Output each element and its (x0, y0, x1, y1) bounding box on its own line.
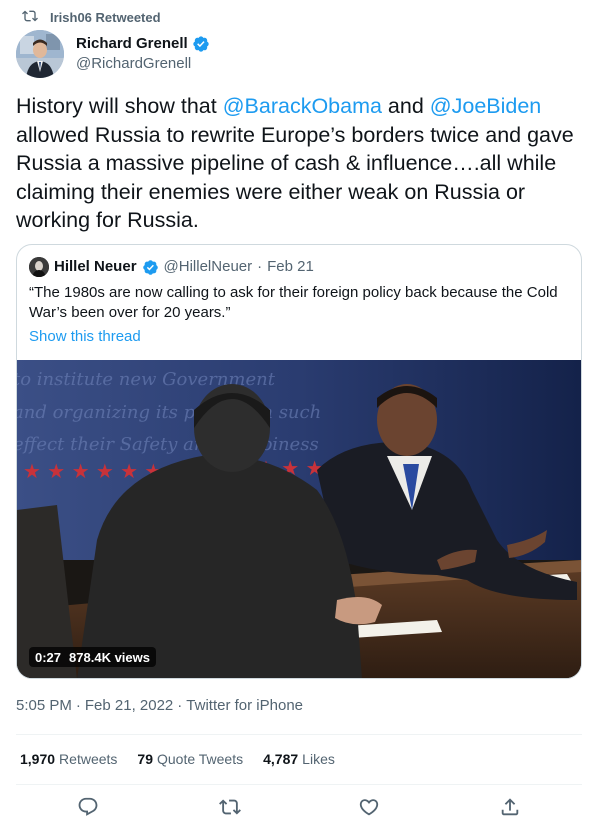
likes-count: 4,787 (263, 751, 299, 767)
reply-icon[interactable] (77, 796, 99, 818)
quote-tweets-stat[interactable]: 79 Quote Tweets (137, 750, 243, 768)
tweet-date[interactable]: Feb 21, 2022 (85, 696, 173, 716)
retweets-stat[interactable]: 1,970 Retweets (20, 750, 117, 768)
video-frame: to institute new Government and organizi… (17, 360, 581, 678)
tweet-text-part: allowed Russia to rewrite Europe’s borde… (16, 122, 574, 233)
svg-text:and organizing its powers in s: and organizing its powers in such (17, 402, 321, 423)
tweet-actions (0, 796, 598, 820)
verified-badge-icon (142, 259, 159, 276)
svg-text:effect their Safety and Happin: effect their Safety and Happiness (17, 434, 319, 455)
divider (16, 734, 582, 735)
tweet-timestamp: 5:05 PM · Feb 21, 2022 · Twitter for iPh… (16, 696, 303, 716)
retweet-context-label[interactable]: Irish06 Retweeted (50, 10, 161, 25)
separator-dot: · (75, 697, 81, 714)
mention-link[interactable]: @BarackObama (223, 94, 382, 118)
retweet-icon (22, 8, 38, 27)
retweet-context: Irish06 Retweeted (22, 8, 161, 26)
likes-stat[interactable]: 4,787 Likes (263, 750, 335, 768)
video-duration: 0:27 (35, 649, 62, 665)
tweet-source[interactable]: Twitter for iPhone (186, 696, 303, 716)
tweet-text-part: and (381, 94, 430, 118)
retweets-count: 1,970 (20, 751, 56, 767)
tweet-text: History will show that @BarackObama and … (16, 92, 582, 235)
author-handle[interactable]: @RichardGrenell (76, 54, 210, 74)
retweets-label: Retweets (59, 751, 118, 767)
tweet-time[interactable]: 5:05 PM (16, 696, 72, 716)
separator-dot: · (177, 697, 183, 714)
video-player[interactable]: to institute new Government and organizi… (17, 360, 581, 678)
engagement-stats: 1,970 Retweets 79 Quote Tweets 4,787 Likes (20, 750, 335, 768)
separator-dot: · (257, 258, 263, 275)
quote-tweets-count: 79 (137, 751, 153, 767)
like-heart-icon[interactable] (358, 796, 380, 818)
share-icon[interactable] (499, 796, 521, 818)
quoted-date: Feb 21 (267, 258, 314, 275)
likes-label: Likes (302, 751, 335, 767)
author-name[interactable]: Richard Grenell (76, 34, 188, 54)
quoted-tweet[interactable]: Hillel Neuer @HillelNeuer · Feb 21 “The … (16, 244, 582, 679)
divider (16, 784, 582, 785)
quote-tweets-label: Quote Tweets (156, 751, 244, 767)
quoted-author-name: Hillel Neuer (54, 258, 137, 275)
quoted-avatar (29, 257, 49, 277)
retweet-icon[interactable] (219, 796, 241, 818)
tweet-author: Richard Grenell @RichardGrenell (16, 30, 210, 78)
avatar[interactable] (16, 30, 64, 78)
video-badge: 0:27 878.4K views (29, 647, 156, 667)
quoted-text: “The 1980s are now calling to ask for th… (29, 284, 558, 321)
verified-badge-icon (192, 35, 210, 53)
quoted-author-handle: @HillelNeuer (163, 258, 253, 275)
mention-link[interactable]: @JoeBiden (430, 94, 541, 118)
tweet-text-part: History will show that (16, 94, 223, 118)
video-views: 878.4K views (69, 649, 150, 665)
show-thread-link[interactable]: Show this thread (29, 327, 141, 347)
